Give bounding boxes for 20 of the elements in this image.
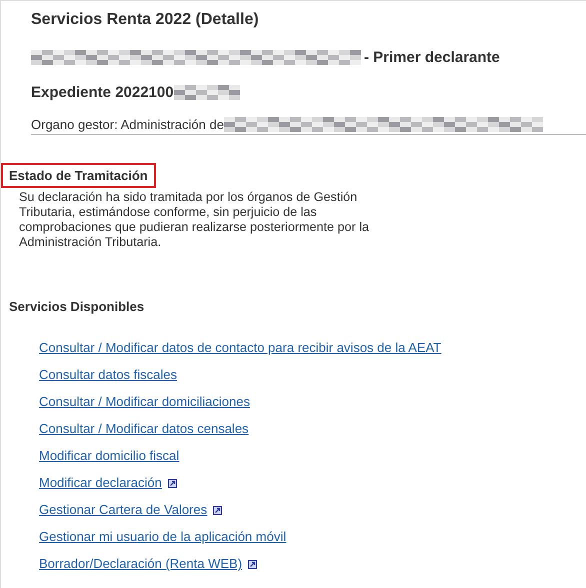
declarant-label: - Primer declarante [364,49,500,66]
service-link[interactable]: Consultar / Modificar datos de contacto para recibir avisos de la AEAT [39,340,442,356]
service-link[interactable]: Consultar / Modificar domiciliaciones [39,394,250,410]
file-number: Expediente 2022100 [31,84,174,101]
service-link[interactable]: Consultar / Modificar datos censales [39,421,249,437]
page-title: Servicios Renta 2022 (Detalle) [31,11,260,30]
service-link[interactable]: Borrador/Declaración (Renta WEB) [39,556,258,572]
new-window-icon [248,560,258,568]
office-label: Organo gestor: Administración de [31,117,224,132]
redaction-drawing [174,85,240,100]
service-link[interactable]: Gestionar Cartera de Valores [39,502,222,518]
service-link[interactable]: Gestionar mi usuario de la aplicación móvil [39,529,286,545]
new-window-icon [168,478,177,488]
services-heading: Servicios Disponibles [8,298,146,316]
new-window-icon [213,506,222,514]
service-link[interactable]: Modificar domicilio fiscal [39,448,180,464]
service-link[interactable]: Consultar datos fiscales [39,367,178,383]
status-message: Su declaración ha sido tramitada por los órganos de Gestión Tributaria, estimándose conforme, sin perjuicio de las comprobaciones que pudieran realizarse posteriormente por la Administración Tributaria. [19,190,370,250]
status-heading: Estado de Tramitación [1,163,156,188]
service-link[interactable]: Modificar declaración [39,475,177,491]
